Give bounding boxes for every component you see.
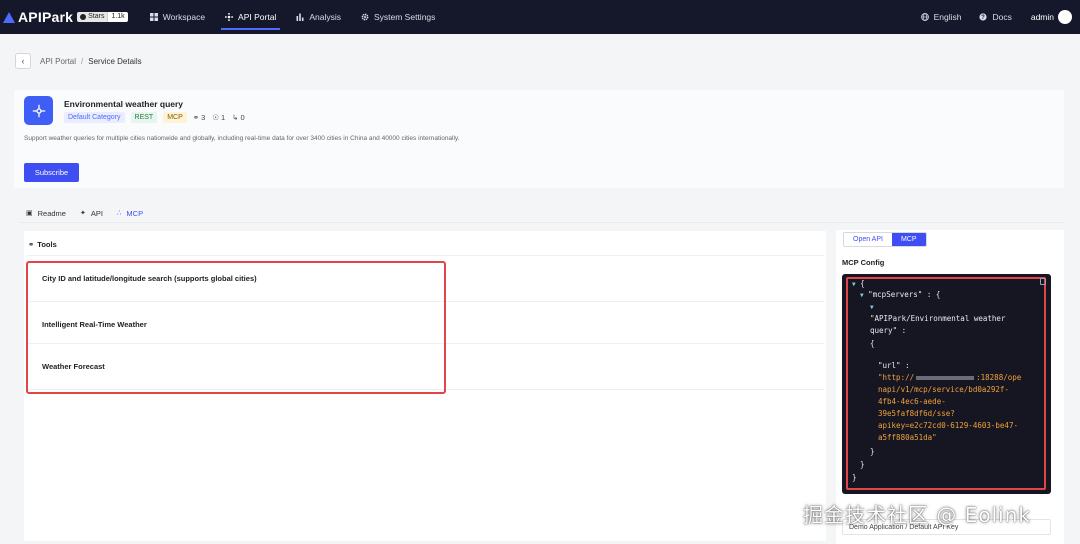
gear-icon (361, 13, 369, 21)
url-value: 4fb4-4ec6-aede- (878, 397, 946, 406)
mcp-config-label: MCP Config (842, 258, 885, 267)
config-mode-toggle: Open API MCP (843, 232, 927, 247)
code-line: : (900, 361, 910, 370)
detail-tabs: ▣ Readme ✦ API ∴ MCP (26, 204, 157, 223)
back-button[interactable]: ‹ (15, 53, 31, 69)
api-icon: ✦ (79, 210, 86, 217)
url-value: "http:// (878, 373, 915, 382)
breadcrumb-current: Service Details (88, 56, 142, 66)
avatar (1058, 10, 1072, 24)
url-value: napi/v1/mcp/service/bd0a292f- (878, 385, 1009, 394)
nav-analysis-label: Analysis (309, 12, 341, 22)
version-count: ↳ 0 (232, 113, 245, 122)
branch-icon: ↳ (232, 113, 239, 122)
tab-readme[interactable]: ▣ Readme (26, 204, 66, 222)
github-icon (80, 14, 87, 20)
tab-mcp[interactable]: ∴ MCP (112, 204, 148, 223)
url-value: a5ff880a51da" (878, 433, 937, 442)
logo-text: APIPark (18, 9, 74, 25)
github-stars-badge[interactable]: Stars 1.1k (77, 12, 128, 22)
code-line: } (860, 460, 865, 469)
mcp-tag: MCP (163, 112, 187, 123)
code-line: : { (922, 290, 941, 299)
help-icon: ? (979, 13, 988, 21)
breadcrumb-separator: / (81, 56, 84, 66)
code-key: "url" (878, 361, 901, 370)
code-line: } (870, 447, 875, 456)
top-nav-bar: APIPark Stars 1.1k Workspace API Portal … (0, 0, 1080, 34)
api-count: ⚭ 3 (192, 113, 206, 122)
code-key: "mcpServers" (868, 290, 923, 299)
mcp-config-code[interactable]: ▼ { ▼ "mcpServers" : { ▼ "APIPark/Enviro… (842, 274, 1051, 494)
copy-icon[interactable] (1040, 278, 1046, 285)
service-header: Environmental weather query Default Cate… (14, 90, 1064, 188)
tools-highlight-frame (26, 261, 446, 394)
globe-icon (920, 13, 929, 21)
nav-api-portal[interactable]: API Portal (215, 0, 286, 34)
nav-system-settings[interactable]: System Settings (351, 0, 445, 34)
docs-label: Docs (992, 12, 1012, 22)
collapse-icon[interactable]: ▼ (870, 304, 874, 311)
portal-icon (225, 13, 234, 21)
breadcrumb-parent[interactable]: API Portal (40, 57, 76, 66)
nav-analysis[interactable]: Analysis (286, 0, 351, 34)
tools-panel: ⚭ Tools City ID and latitude/longitude s… (24, 231, 826, 541)
url-value: apikey=e2c72cd0-6129-4603-be47- (878, 421, 1018, 430)
language-switcher[interactable]: English (912, 0, 971, 34)
user-menu[interactable]: admin (1021, 10, 1080, 24)
subscriber-icon: ☉ (212, 113, 219, 122)
grid-icon (149, 13, 158, 21)
service-icon (24, 96, 53, 125)
logo-icon (2, 10, 16, 24)
docs-link[interactable]: ? Docs (970, 0, 1020, 34)
tools-heading: ⚭ Tools (28, 240, 57, 249)
service-tags: Default Category REST MCP ⚭ 3 ☉ 1 ↳ 0 (64, 112, 252, 123)
toggle-open-api[interactable]: Open API (844, 233, 892, 246)
chevron-left-icon: ‹ (21, 56, 25, 66)
stars-count: 1.1k (107, 12, 128, 22)
category-tag: Default Category (64, 112, 125, 123)
subscriber-count: ☉ 1 (212, 113, 226, 122)
code-key: query" (870, 326, 898, 335)
link-icon: ⚭ (192, 113, 200, 122)
redacted-host (916, 376, 975, 380)
url-value: 39e5faf8df6d/sse? (878, 409, 955, 418)
language-label: English (933, 12, 962, 22)
service-description: Support weather queries for multiple cit… (24, 135, 460, 142)
service-title: Environmental weather query (64, 99, 184, 109)
stars-label: Stars (88, 13, 105, 20)
readme-icon: ▣ (26, 210, 33, 217)
code-line: : (897, 326, 907, 335)
tab-api[interactable]: ✦ API (80, 204, 103, 222)
collapse-icon[interactable]: ▼ (860, 292, 864, 299)
service-logo-icon (32, 104, 45, 117)
rest-tag: REST (130, 112, 158, 123)
watermark: 掘金技术社区 @ Eolink (803, 503, 1031, 527)
mcp-config-panel: Open API MCP MCP Config ▼ { ▼ "mcpServer… (836, 230, 1064, 544)
url-value: :18288/ope (976, 373, 1022, 382)
toggle-mcp[interactable]: MCP (891, 233, 926, 246)
nav-system-settings-label: System Settings (373, 12, 436, 22)
collapse-icon[interactable]: ▼ (852, 281, 856, 288)
code-line: { (860, 279, 865, 288)
tabs-divider (20, 222, 1065, 223)
subscribe-button[interactable]: Subscribe (24, 163, 79, 182)
apipark-logo[interactable]: APIPark (2, 9, 73, 25)
mcp-icon: ∴ (116, 210, 122, 217)
tools-icon: ⚭ (28, 240, 35, 249)
nav-workspace[interactable]: Workspace (140, 0, 215, 34)
breadcrumb: ‹ API Portal / Service Details (15, 53, 142, 69)
code-key: "APIPark/Environmental weather (870, 314, 1006, 323)
code-line: } (852, 473, 857, 482)
username: admin (1030, 12, 1054, 22)
nav-workspace-label: Workspace (162, 12, 206, 22)
code-line: { (870, 339, 875, 348)
nav-api-portal-label: API Portal (238, 12, 277, 22)
bar-chart-icon (296, 13, 304, 21)
svg-text:?: ? (982, 15, 986, 21)
